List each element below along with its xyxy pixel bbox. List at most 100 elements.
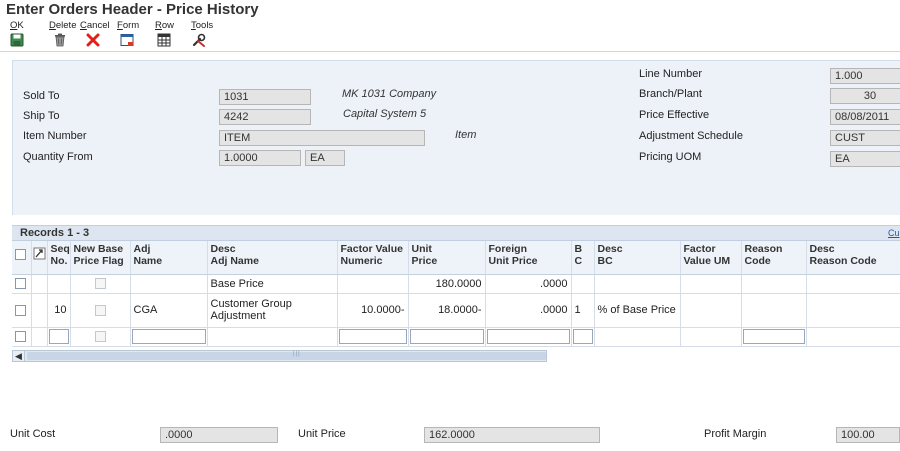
quantity-uom-field[interactable]: EA — [305, 150, 345, 166]
attachment-header[interactable] — [31, 241, 48, 275]
save-icon — [10, 33, 24, 47]
branch-plant-label: Branch/Plant — [639, 88, 702, 100]
select-all-checkbox[interactable] — [15, 249, 26, 260]
unit-price-input-cell[interactable] — [408, 327, 486, 347]
seq-no-input[interactable] — [48, 329, 69, 344]
reason-code-cell — [741, 293, 807, 328]
bc-input-cell[interactable] — [571, 327, 595, 347]
desc-adj-name-header[interactable]: Desc Adj Name — [207, 241, 338, 275]
adj-name-cell: CGA — [130, 293, 208, 328]
row-attachment-cell — [31, 327, 48, 347]
row-select-cell[interactable] — [12, 274, 32, 294]
line-number-label: Line Number — [639, 68, 702, 80]
desc-adj-name-cell — [207, 327, 338, 347]
adj-name-header[interactable]: Adj Name — [130, 241, 208, 275]
customize-grid-link[interactable]: Cu — [888, 228, 900, 238]
unit-price-input[interactable] — [409, 329, 484, 344]
seq-no-input-cell[interactable] — [47, 327, 71, 347]
foreign-unit-price-header[interactable]: Foreign Unit Price — [485, 241, 572, 275]
factor-value-um-cell — [680, 327, 742, 347]
cancel-button[interactable]: Cancel — [80, 20, 110, 47]
pricing-uom-label: Pricing UOM — [639, 151, 702, 163]
new-base-price-flag-cell — [70, 293, 131, 328]
table-row[interactable]: Base Price 180.0000 .0000 — [12, 274, 900, 294]
form-icon — [120, 34, 134, 46]
ship-to-field[interactable]: 4242 — [219, 109, 311, 125]
row-select-cell[interactable] — [12, 293, 32, 328]
branch-plant-field[interactable]: 30 — [830, 88, 900, 104]
foreign-unit-price-input-cell[interactable] — [485, 327, 572, 347]
row-menu-button[interactable]: Row — [155, 20, 174, 47]
tools-icon — [192, 33, 206, 47]
factor-value-um-header[interactable]: Factor Value UM — [680, 241, 742, 275]
table-row[interactable]: 10 CGA Customer Group Adjustment 10.0000… — [12, 293, 900, 328]
unit-cost-field[interactable]: .0000 — [160, 427, 278, 443]
quantity-from-label: Quantity From — [23, 151, 93, 163]
factor-value-input-cell[interactable] — [337, 327, 409, 347]
new-base-price-checkbox[interactable] — [94, 331, 106, 343]
form-menu-button[interactable]: Form — [117, 20, 139, 47]
desc-reason-code-cell — [806, 293, 900, 328]
price-effective-label: Price Effective — [639, 109, 710, 121]
new-base-price-checkbox — [94, 278, 106, 290]
factor-value-numeric-header[interactable]: Factor Value Numeric — [337, 241, 409, 275]
row-select-checkbox[interactable] — [15, 304, 26, 316]
factor-value-cell — [337, 274, 409, 294]
profit-margin-field[interactable]: 100.00 — [836, 427, 900, 443]
factor-value-input[interactable] — [338, 329, 407, 344]
grid-header-bar: Records 1 - 3 Cu — [12, 225, 900, 241]
line-number-field[interactable]: 1.000 — [830, 68, 900, 84]
quantity-from-field[interactable]: 1.0000 — [219, 150, 301, 166]
new-base-price-checkbox — [94, 304, 106, 316]
desc-bc-cell: % of Base Price — [594, 293, 681, 328]
bc-input[interactable] — [572, 329, 593, 344]
desc-bc-cell — [594, 274, 681, 294]
unit-price-cell: 18.0000- — [408, 293, 486, 328]
ship-to-description: Capital System 5 — [343, 108, 427, 120]
foreign-unit-price-input[interactable] — [486, 329, 570, 344]
adj-name-cell — [130, 274, 208, 294]
tools-menu-button[interactable]: Tools — [191, 20, 213, 47]
adj-name-input-cell[interactable] — [130, 327, 208, 347]
seq-no-header[interactable]: Seq No. — [47, 241, 71, 275]
desc-reason-code-cell — [806, 274, 900, 294]
ok-button[interactable]: OK — [10, 20, 24, 47]
reason-code-input-cell[interactable] — [741, 327, 807, 347]
grid-horizontal-scrollbar[interactable]: ◀ ||| — [12, 350, 547, 362]
reason-code-header[interactable]: Reason Code — [741, 241, 807, 275]
ship-to-label: Ship To — [23, 110, 60, 122]
sold-to-description: MK 1031 Company — [342, 88, 437, 100]
unit-price-label: Unit Price — [298, 428, 346, 440]
row-select-checkbox[interactable] — [15, 278, 26, 290]
desc-reason-code-cell — [806, 327, 900, 347]
scroll-left-arrow-icon[interactable]: ◀ — [13, 351, 25, 361]
bc-cell: 1 — [571, 293, 595, 328]
unit-price-header[interactable]: Unit Price — [408, 241, 486, 275]
scrollbar-thumb[interactable] — [27, 352, 546, 360]
new-base-price-flag-header[interactable]: New Base Price Flag — [70, 241, 131, 275]
row-select-cell[interactable] — [12, 327, 32, 347]
bc-header[interactable]: BC — [571, 241, 595, 275]
header-panel: Sold To 1031 MK 1031 Company Ship To 424… — [12, 60, 900, 215]
delete-button[interactable]: Delete — [49, 20, 76, 47]
select-all-header[interactable] — [12, 241, 32, 275]
row-select-checkbox[interactable] — [15, 331, 26, 343]
desc-bc-cell — [594, 327, 681, 347]
new-entry-row[interactable] — [12, 327, 900, 347]
adjustment-schedule-field[interactable]: CUST — [830, 130, 900, 146]
sold-to-field[interactable]: 1031 — [219, 89, 311, 105]
new-base-price-flag-cell — [70, 274, 131, 294]
item-number-field[interactable]: ITEM — [219, 130, 425, 146]
new-base-price-flag-cell[interactable] — [70, 327, 131, 347]
unit-price-total-field[interactable]: 162.0000 — [424, 427, 600, 443]
adj-name-input[interactable] — [131, 329, 206, 344]
desc-adj-name-cell: Customer Group Adjustment — [207, 293, 338, 328]
pricing-uom-field[interactable]: EA — [830, 151, 900, 167]
price-effective-field[interactable]: 08/08/2011 — [830, 109, 900, 125]
reason-code-input[interactable] — [742, 329, 805, 344]
desc-reason-code-header[interactable]: Desc Reason Code — [806, 241, 900, 275]
scrollbar-grip-icon: ||| — [293, 351, 301, 357]
seq-no-cell — [47, 274, 71, 294]
desc-bc-header[interactable]: Desc BC — [594, 241, 681, 275]
seq-no-cell: 10 — [47, 293, 71, 328]
